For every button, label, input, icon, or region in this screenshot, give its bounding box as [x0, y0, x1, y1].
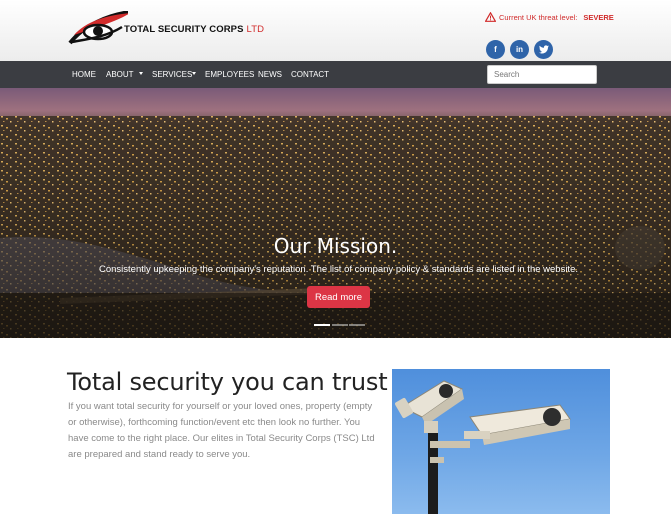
hero-title: Our Mission.	[273, 234, 398, 258]
nav-employees[interactable]: EMPLOYEES	[205, 70, 254, 79]
brand-logo[interactable]: TOTAL SECURITY CORPS LTD	[68, 11, 268, 47]
carousel-indicator-3[interactable]	[349, 324, 365, 326]
hero-subtitle: Consistently upkeeping the company's rep…	[98, 264, 578, 275]
section-body: If you want total security for yourself …	[68, 401, 375, 460]
carousel-indicator-2[interactable]	[332, 324, 348, 326]
threat-level: Current UK threat level: SEVERE	[485, 12, 614, 22]
chevron-down-icon[interactable]	[139, 72, 143, 75]
linkedin-icon[interactable]: in	[510, 40, 529, 59]
warning-triangle-icon	[485, 12, 496, 22]
nav-about[interactable]: ABOUT	[106, 70, 134, 79]
cctv-camera-icon	[395, 380, 571, 514]
nav-home[interactable]: HOME	[72, 70, 96, 79]
threat-label: Current UK threat level:	[499, 12, 578, 22]
site-header: TOTAL SECURITY CORPS LTD Current UK threa…	[0, 0, 671, 61]
nav-news[interactable]: NEWS	[258, 70, 282, 79]
read-more-button[interactable]: Read more	[307, 286, 370, 308]
search-input[interactable]	[487, 65, 597, 84]
cctv-camera-image	[392, 369, 610, 514]
section-title: Total security you can trust	[67, 368, 388, 396]
brand-suffix: LTD	[246, 24, 265, 35]
twitter-bird-icon	[538, 45, 549, 54]
nav-services[interactable]: SERVICES	[152, 70, 192, 79]
brand-name: TOTAL SECURITY CORPS	[124, 24, 244, 35]
eye-logo-icon	[68, 11, 128, 45]
twitter-icon[interactable]	[534, 40, 553, 59]
hero-carousel: Our Mission. Consistently upkeeping the …	[0, 88, 671, 338]
facebook-icon[interactable]: f	[486, 40, 505, 59]
chevron-down-icon[interactable]	[192, 72, 196, 75]
nav-contact[interactable]: CONTACT	[291, 70, 329, 79]
threat-value: SEVERE	[583, 12, 614, 22]
carousel-indicator-1[interactable]	[314, 324, 330, 326]
